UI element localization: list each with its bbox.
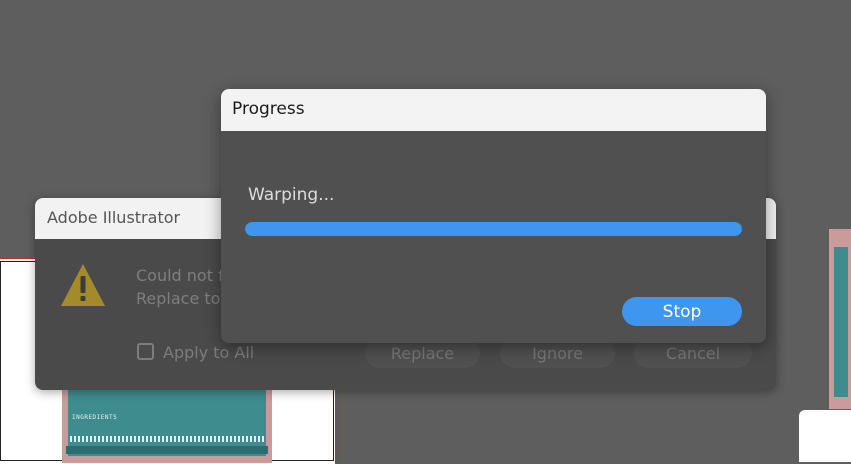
- right-label-panel: [834, 247, 848, 397]
- label-text: INGREDIENTS: [72, 414, 118, 421]
- progress-bar-fill: [245, 222, 742, 236]
- artboard-guide-line: [337, 392, 338, 462]
- illustrator-message-line2: Replace to: [136, 289, 221, 308]
- product-label-artwork: INGREDIENTS: [62, 388, 272, 463]
- warning-icon: [59, 262, 107, 308]
- progress-bar: [245, 222, 742, 236]
- label-barcode: [70, 436, 266, 442]
- illustrator-dialog-title: Adobe Illustrator: [47, 208, 181, 227]
- apply-to-all-checkbox[interactable]: [137, 343, 154, 360]
- right-label-artwork: [829, 229, 851, 409]
- apply-to-all-label: Apply to All: [163, 343, 255, 362]
- illustrator-message-line1: Could not f: [136, 266, 224, 285]
- stop-button[interactable]: Stop: [622, 297, 742, 326]
- progress-dialog-titlebar[interactable]: Progress: [221, 89, 766, 131]
- progress-status: Warping...: [248, 185, 335, 205]
- progress-dialog-title: Progress: [232, 99, 305, 119]
- label-strip: [66, 446, 268, 454]
- progress-dialog: Progress Warping... Stop: [221, 89, 766, 343]
- right-panel-corner: [799, 410, 851, 462]
